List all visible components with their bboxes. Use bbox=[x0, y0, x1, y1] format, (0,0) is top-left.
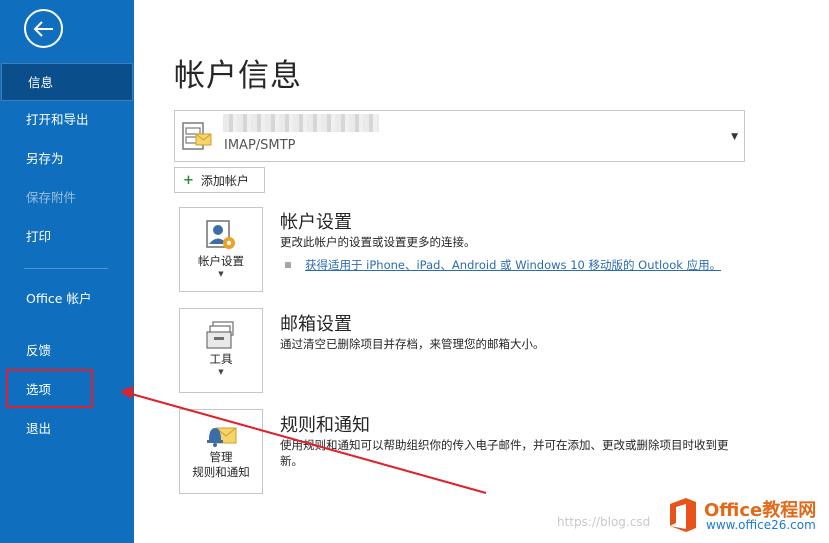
chevron-down-icon: ▼ bbox=[218, 368, 224, 376]
plus-icon: + bbox=[183, 172, 194, 188]
sidebar-item-save-attachments: 保存附件 bbox=[26, 190, 77, 205]
account-settings-button-label: 帐户设置 bbox=[198, 254, 244, 268]
sidebar-item-exit[interactable]: 退出 bbox=[0, 410, 134, 448]
backstage-sidebar: 信息 打开和导出 另存为 保存附件 打印 Office 帐户 反馈 选项 退出 bbox=[0, 0, 134, 543]
add-account-label: 添加帐户 bbox=[200, 173, 249, 188]
mailbox-settings-title: 邮箱设置 bbox=[280, 314, 352, 335]
rules-alerts-title: 规则和通知 bbox=[280, 415, 370, 436]
back-button[interactable] bbox=[24, 9, 63, 48]
outlook-mobile-link-text[interactable]: 获得适用于 iPhone、iPad、Android 或 Windows 10 移… bbox=[305, 257, 721, 273]
manage-rules-button-label-line2: 规则和通知 bbox=[192, 465, 250, 479]
rules-alerts-description: 使用规则和通知可以帮助组织你的传入电子邮件，并可在添加、更改或删除项目时收到更新… bbox=[280, 438, 729, 468]
chevron-down-icon: ▼ bbox=[218, 270, 224, 278]
chevron-down-icon[interactable]: ▼ bbox=[731, 132, 738, 142]
account-settings-title: 帐户设置 bbox=[280, 212, 352, 233]
add-account-button[interactable]: + 添加帐户 bbox=[174, 167, 265, 193]
tools-button-label: 工具 bbox=[209, 352, 233, 366]
outlook-mobile-link[interactable]: 获得适用于 iPhone、iPad、Android 或 Windows 10 移… bbox=[285, 257, 721, 273]
account-settings-button[interactable]: 帐户设置 ▼ bbox=[179, 207, 263, 292]
sidebar-item-office-account[interactable]: Office 帐户 bbox=[0, 289, 110, 323]
manage-rules-button-label-line1: 管理 bbox=[209, 450, 233, 464]
sidebar-item-save-as[interactable]: 另存为 bbox=[0, 140, 134, 178]
office-logo-icon bbox=[670, 498, 696, 532]
sidebar-divider bbox=[24, 268, 108, 269]
sidebar-item-feedback[interactable]: 反馈 bbox=[0, 332, 134, 370]
mailbox-settings-description: 通过清空已删除项目并存档，来管理您的邮箱大小。 bbox=[280, 337, 545, 351]
account-settings-description: 更改此帐户的设置或设置更多的连接。 bbox=[280, 235, 476, 249]
rules-alerts-icon bbox=[207, 427, 237, 447]
sidebar-item-print[interactable]: 打印 bbox=[0, 218, 134, 256]
account-name-blurred bbox=[223, 114, 379, 132]
mailbox-tools-icon bbox=[206, 321, 234, 349]
bullet-icon bbox=[285, 262, 291, 268]
sidebar-item-open-export[interactable]: 打开和导出 bbox=[0, 101, 134, 139]
tools-button[interactable]: 工具 ▼ bbox=[179, 308, 263, 393]
main-panel: 帐户信息 IMAP/SMTP ▼ + 添加帐户 帐户设置 ▼ 帐户设置 更改此帐… bbox=[134, 0, 829, 543]
account-selector[interactable]: IMAP/SMTP ▼ bbox=[174, 110, 745, 162]
manage-rules-button[interactable]: 管理 规则和通知 bbox=[179, 409, 263, 494]
back-arrow-icon bbox=[33, 20, 53, 37]
office-logo-watermark: Office教程网 www.office26.com bbox=[664, 493, 824, 537]
mail-account-icon bbox=[182, 122, 212, 150]
options-highlight-box bbox=[6, 369, 93, 408]
watermark-site: www.office26.com bbox=[706, 518, 816, 532]
outlook-backstage: 信息 打开和导出 另存为 保存附件 打印 Office 帐户 反馈 选项 退出 … bbox=[0, 0, 829, 543]
sidebar-item-info[interactable]: 信息 bbox=[1, 63, 133, 101]
blog-watermark: https://blog.csd bbox=[557, 515, 651, 529]
account-type: IMAP/SMTP bbox=[224, 138, 296, 153]
page-title: 帐户信息 bbox=[174, 58, 302, 94]
account-settings-icon bbox=[206, 220, 235, 249]
